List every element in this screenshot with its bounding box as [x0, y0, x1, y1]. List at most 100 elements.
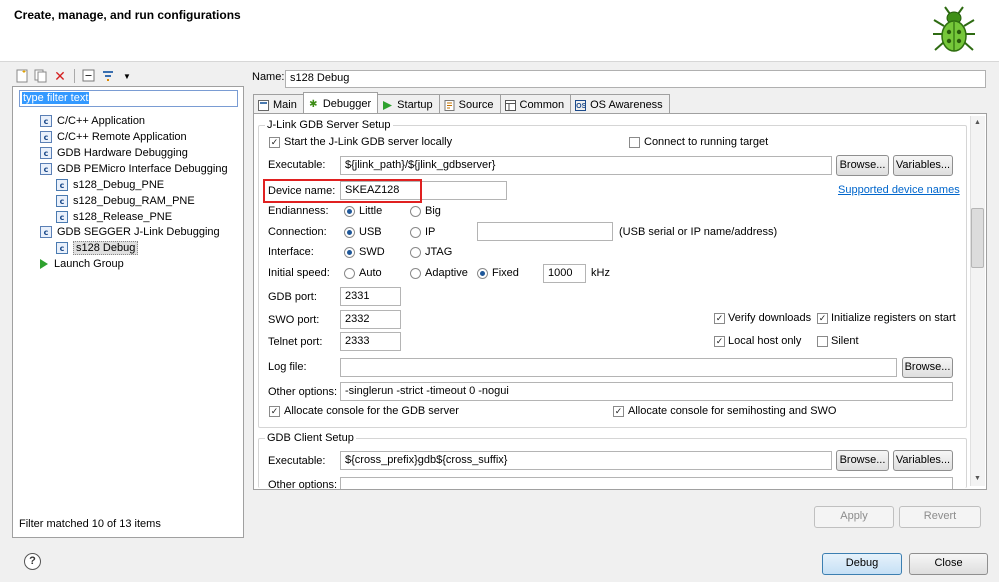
scroll-up-icon[interactable]: ▲: [971, 117, 984, 129]
tree-item-s128-debug-ram-pne[interactable]: c s128_Debug_RAM_PNE: [56, 193, 195, 209]
dropdown-icon[interactable]: ▼: [119, 68, 135, 84]
telnet-port-label: Telnet port:: [268, 336, 323, 348]
speed-auto-radio[interactable]: [344, 268, 355, 279]
new-config-icon[interactable]: [14, 68, 30, 84]
tree-item-c-cpp-application[interactable]: c C/C++ Application: [40, 113, 145, 129]
tree-item-s128-release-pne[interactable]: c s128_Release_PNE: [56, 209, 172, 225]
client-other-options-field[interactable]: [340, 477, 953, 489]
tree-item-gdb-pemicro[interactable]: c GDB PEMicro Interface Debugging: [40, 161, 228, 177]
tree-item-label: Launch Group: [54, 258, 124, 270]
gdb-port-label: GDB port:: [268, 291, 317, 303]
endianness-little-label: Little: [359, 205, 383, 217]
tab-source[interactable]: Source: [438, 94, 501, 113]
dialog-title: Create, manage, and run configurations: [14, 8, 241, 22]
alloc-console-semi-label: Allocate console for semihosting and SWO: [628, 405, 837, 417]
speed-fixed-radio[interactable]: [477, 268, 488, 279]
init-registers-label: Initialize registers on start: [831, 312, 956, 324]
interface-swd-radio[interactable]: [344, 247, 355, 258]
interface-jtag-radio[interactable]: [410, 247, 421, 258]
debugger-tab-icon: ✱: [309, 98, 318, 110]
alloc-console-semi-checkbox[interactable]: ✓: [613, 406, 624, 417]
scroll-thumb[interactable]: [971, 208, 984, 268]
connection-address-field[interactable]: [477, 222, 613, 241]
log-browse-button[interactable]: Browse...: [902, 357, 953, 378]
config-toolbar: ✕ ▼: [14, 67, 135, 85]
filter-status: Filter matched 10 of 13 items: [19, 518, 161, 530]
duplicate-icon[interactable]: [33, 68, 49, 84]
c-config-icon: c: [40, 115, 52, 127]
delete-icon[interactable]: ✕: [52, 68, 68, 84]
tab-debugger[interactable]: ✱ Debugger: [302, 92, 379, 113]
client-browse-button[interactable]: Browse...: [836, 450, 889, 471]
init-registers-checkbox[interactable]: ✓: [817, 313, 828, 324]
interface-swd-label: SWD: [359, 246, 385, 258]
config-name-input[interactable]: s128 Debug: [285, 70, 986, 88]
verify-downloads-checkbox[interactable]: ✓: [714, 313, 725, 324]
tree-item-c-cpp-remote-application[interactable]: c C/C++ Remote Application: [40, 129, 187, 145]
server-executable-field[interactable]: ${jlink_path}/${jlink_gdbserver}: [340, 156, 832, 175]
tab-os-awareness[interactable]: OS OS Awareness: [570, 94, 670, 113]
tree-item-gdb-segger-jlink[interactable]: c GDB SEGGER J-Link Debugging: [40, 224, 220, 240]
swo-port-label: SWO port:: [268, 314, 320, 326]
silent-checkbox[interactable]: [817, 336, 828, 347]
log-file-field[interactable]: [340, 358, 897, 377]
scroll-down-icon[interactable]: ▼: [971, 473, 984, 485]
c-config-icon: c: [40, 131, 52, 143]
speed-unit: kHz: [591, 267, 610, 279]
start-locally-label: Start the J-Link GDB server locally: [284, 136, 453, 148]
startup-tab-icon: [382, 100, 393, 111]
endianness-little-radio[interactable]: [344, 206, 355, 217]
tree-item-label: GDB SEGGER J-Link Debugging: [57, 226, 220, 238]
speed-value-field[interactable]: 1000: [543, 264, 586, 283]
speed-adaptive-label: Adaptive: [425, 267, 468, 279]
supported-devices-link[interactable]: Supported device names: [838, 184, 960, 196]
tab-label: Source: [458, 99, 494, 111]
c-config-icon: c: [40, 163, 52, 175]
gdb-port-field[interactable]: 2331: [340, 287, 401, 306]
apply-button[interactable]: Apply: [814, 506, 894, 528]
server-other-options-field[interactable]: -singlerun -strict -timeout 0 -nogui: [340, 382, 953, 401]
other-options-label: Other options:: [268, 386, 338, 398]
telnet-port-field[interactable]: 2333: [340, 332, 401, 351]
connection-ip-radio[interactable]: [410, 227, 421, 238]
close-button[interactable]: Close: [909, 553, 988, 575]
local-host-only-checkbox[interactable]: ✓: [714, 336, 725, 347]
name-label: Name:: [252, 71, 285, 83]
client-executable-label: Executable:: [268, 455, 326, 467]
initial-speed-label: Initial speed:: [268, 267, 330, 279]
debug-button[interactable]: Debug: [822, 553, 902, 575]
swo-port-field[interactable]: 2332: [340, 310, 401, 329]
connection-hint: (USB serial or IP name/address): [619, 226, 778, 238]
endianness-big-radio[interactable]: [410, 206, 421, 217]
endianness-label: Endianness:: [268, 205, 329, 217]
filter-input[interactable]: type filter text: [19, 90, 238, 107]
os-tab-icon: OS: [575, 99, 586, 111]
collapse-all-icon[interactable]: [81, 68, 97, 84]
tree-item-s128-debug-pne[interactable]: c s128_Debug_PNE: [56, 177, 164, 193]
tab-common[interactable]: Common: [499, 94, 572, 113]
c-config-icon: c: [56, 242, 68, 254]
connect-running-checkbox[interactable]: [629, 137, 640, 148]
alloc-console-gdb-checkbox[interactable]: ✓: [269, 406, 280, 417]
c-config-icon: c: [40, 147, 52, 159]
filter-icon[interactable]: [100, 68, 116, 84]
connection-usb-radio[interactable]: [344, 227, 355, 238]
tree-item-launch-group[interactable]: Launch Group: [40, 256, 124, 272]
help-icon[interactable]: ?: [24, 553, 41, 570]
server-browse-button[interactable]: Browse...: [836, 155, 889, 176]
tab-startup[interactable]: Startup: [377, 94, 440, 113]
server-variables-button[interactable]: Variables...: [893, 155, 953, 176]
tab-main[interactable]: Main: [253, 94, 304, 113]
tree-item-s128-debug[interactable]: c s128 Debug: [56, 240, 139, 256]
c-config-icon: c: [40, 226, 52, 238]
speed-adaptive-radio[interactable]: [410, 268, 421, 279]
start-locally-checkbox[interactable]: ✓: [269, 137, 280, 148]
content-scrollbar[interactable]: [970, 116, 985, 486]
client-variables-button[interactable]: Variables...: [893, 450, 953, 471]
tree-item-gdb-hardware-debugging[interactable]: c GDB Hardware Debugging: [40, 145, 188, 161]
alloc-console-gdb-label: Allocate console for the GDB server: [284, 405, 459, 417]
client-executable-field[interactable]: ${cross_prefix}gdb${cross_suffix}: [340, 451, 832, 470]
revert-button[interactable]: Revert: [899, 506, 981, 528]
tab-label: Main: [273, 99, 297, 111]
interface-jtag-label: JTAG: [425, 246, 453, 258]
